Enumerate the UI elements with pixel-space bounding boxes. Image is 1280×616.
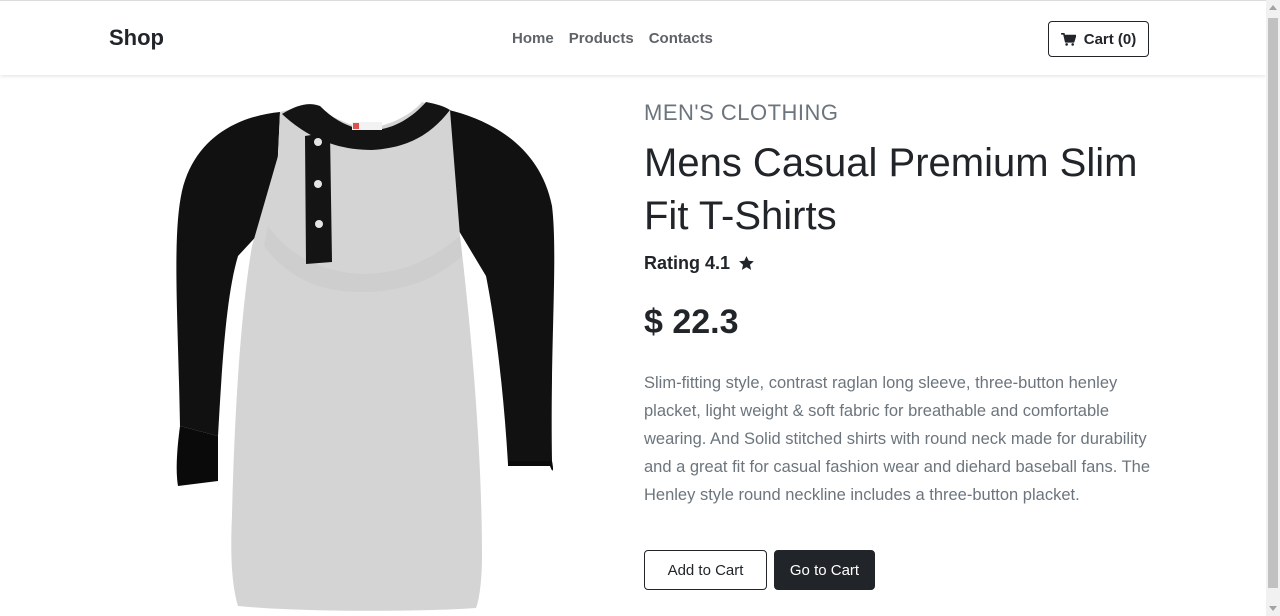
- navbar: Shop Home Products Contacts Cart (0): [0, 0, 1266, 75]
- scroll-up-arrow-icon[interactable]: [1269, 5, 1277, 10]
- product-price: $ 22.3: [644, 303, 739, 341]
- page-scrollbar[interactable]: [1266, 0, 1280, 616]
- rating-label: Rating 4.1: [644, 253, 731, 273]
- nav-contacts-link[interactable]: Contacts: [649, 30, 713, 47]
- star-icon: [739, 256, 754, 270]
- product-category: MEN'S CLOTHING: [644, 100, 839, 125]
- product-image: [160, 96, 570, 612]
- shopping-cart-icon: [1060, 32, 1076, 46]
- product-rating: Rating 4.1: [644, 253, 755, 274]
- nav-products-link[interactable]: Products: [569, 30, 634, 47]
- add-to-cart-button[interactable]: Add to Cart: [644, 550, 767, 590]
- cart-button-label: Cart (0): [1083, 30, 1137, 48]
- product-title: Mens Casual Premium Slim Fit T-Shirts: [644, 141, 1138, 238]
- product-description: Slim-fitting style, contrast raglan long…: [644, 374, 1151, 504]
- nav-links: Home Products Contacts: [512, 30, 713, 47]
- scroll-down-arrow-icon[interactable]: [1269, 606, 1277, 611]
- scrollbar-thumb[interactable]: [1268, 18, 1278, 588]
- brand-logo[interactable]: Shop: [109, 25, 164, 51]
- go-to-cart-button[interactable]: Go to Cart: [774, 550, 875, 590]
- nav-home-link[interactable]: Home: [512, 30, 554, 47]
- cart-button[interactable]: Cart (0): [1048, 21, 1149, 57]
